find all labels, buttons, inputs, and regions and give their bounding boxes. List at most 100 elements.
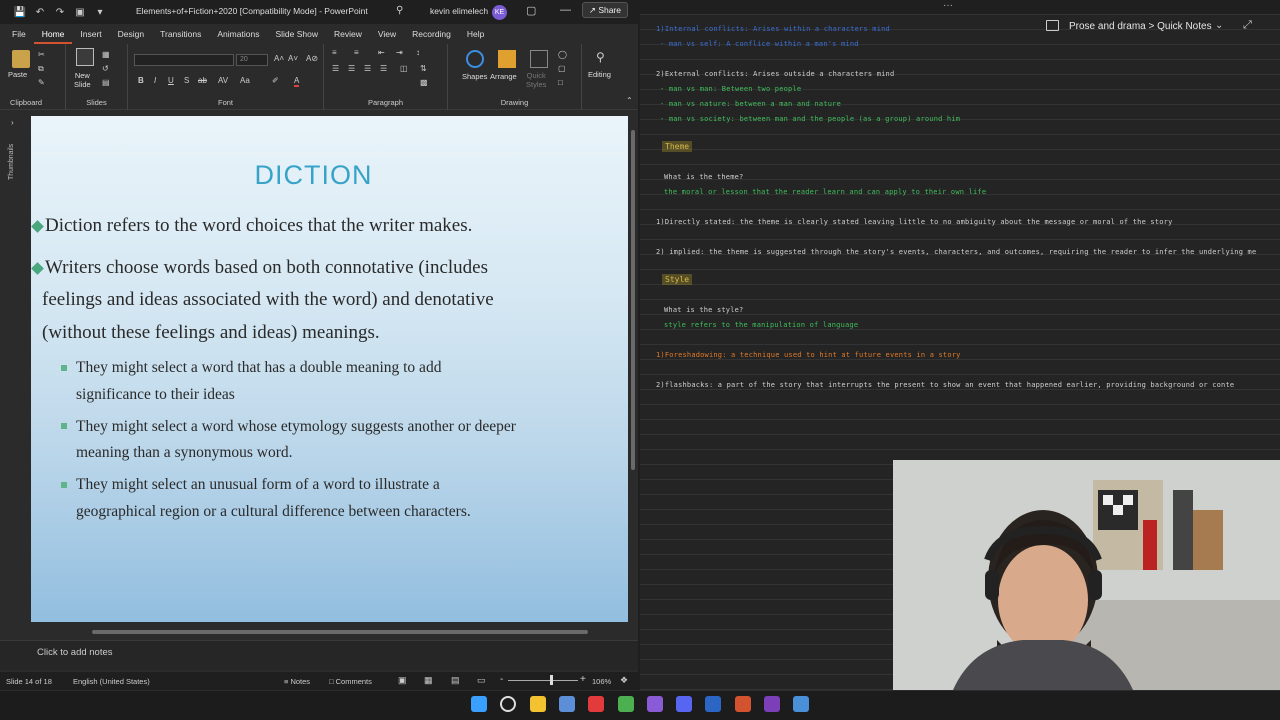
decrease-font-icon[interactable]: A˅ bbox=[288, 54, 298, 63]
chevron-down-icon[interactable]: ⌄ bbox=[1215, 20, 1223, 31]
note-line[interactable]: - man vs nature: between a man and natur… bbox=[660, 100, 841, 108]
heading-style[interactable]: Style bbox=[662, 274, 693, 285]
zoom-slider-thumb[interactable] bbox=[550, 675, 553, 685]
columns-icon[interactable]: ◫ bbox=[400, 64, 408, 73]
tab-recording[interactable]: Recording bbox=[404, 24, 459, 44]
tab-help[interactable]: Help bbox=[459, 24, 492, 44]
language-indicator[interactable]: English (United States) bbox=[73, 677, 150, 686]
sub-bullet-double-meaning-line2[interactable]: significance to their ideas bbox=[76, 381, 235, 408]
note-line[interactable]: style refers to the manipulation of lang… bbox=[664, 321, 858, 329]
note-line[interactable]: What is the theme? bbox=[664, 173, 743, 181]
discord-icon[interactable] bbox=[676, 696, 693, 712]
powerpoint-icon[interactable] bbox=[734, 696, 751, 712]
note-line[interactable]: - man vs man: Between two people bbox=[660, 85, 801, 93]
avatar[interactable]: KE bbox=[492, 5, 507, 20]
tab-design[interactable]: Design bbox=[110, 24, 152, 44]
file-explorer-icon[interactable] bbox=[529, 696, 546, 712]
thumbnail-pane-collapsed[interactable] bbox=[0, 112, 28, 632]
note-line[interactable]: - man vs self: A conflice within a man's… bbox=[660, 40, 859, 48]
sub-bullet-etymology-line1[interactable]: They might select a word whose etymology… bbox=[76, 413, 516, 440]
reading-view-icon[interactable]: ▤ bbox=[451, 675, 460, 686]
ribbon-display-icon[interactable]: ▢ bbox=[526, 4, 536, 17]
align-left-icon[interactable]: ☰ bbox=[332, 64, 339, 73]
comments-button[interactable]: □ Comments bbox=[329, 677, 372, 686]
shapes-icon[interactable] bbox=[466, 50, 484, 68]
tab-review[interactable]: Review bbox=[326, 24, 370, 44]
expand-thumbnails-icon[interactable]: › bbox=[11, 118, 14, 127]
sub-bullet-unusual-form-line2[interactable]: geographical region or a cultural differ… bbox=[76, 498, 471, 525]
tab-insert[interactable]: Insert bbox=[72, 24, 109, 44]
sub-bullet-unusual-form-line1[interactable]: They might select an unusual form of a w… bbox=[76, 471, 440, 498]
tab-animations[interactable]: Animations bbox=[209, 24, 267, 44]
slide-title[interactable]: DICTION bbox=[31, 160, 596, 191]
underline-icon[interactable]: U bbox=[168, 76, 174, 85]
note-line[interactable]: 2)External conflicts: Arises outside a c… bbox=[656, 70, 894, 78]
font-color-icon[interactable]: A bbox=[294, 76, 300, 87]
paste-button[interactable]: Paste bbox=[8, 70, 27, 79]
present-icon[interactable]: ▣ bbox=[72, 4, 88, 20]
cut-icon[interactable]: ✂ bbox=[38, 50, 45, 59]
notes-placeholder[interactable]: Click to add notes bbox=[37, 647, 113, 658]
note-line[interactable]: 1)Foreshadowing: a technique used to hin… bbox=[656, 351, 961, 359]
tab-file[interactable]: File bbox=[0, 24, 34, 44]
note-line[interactable]: 2) implied: the theme is suggested throu… bbox=[656, 248, 1256, 256]
clear-format-icon[interactable]: A⊘ bbox=[306, 54, 318, 63]
text-direction-icon[interactable]: ⇅ bbox=[420, 64, 427, 73]
expand-icon[interactable]: ⤢ bbox=[1243, 19, 1252, 32]
find-icon[interactable]: ⚲ bbox=[596, 50, 605, 64]
windows-start-icon[interactable] bbox=[471, 696, 487, 712]
format-painter-icon[interactable]: ✎ bbox=[38, 78, 45, 87]
word-icon[interactable] bbox=[705, 696, 722, 712]
heading-theme[interactable]: Theme bbox=[662, 141, 693, 152]
new-slide-button[interactable]: New Slide bbox=[74, 71, 91, 89]
section-icon[interactable]: ▤ bbox=[102, 78, 110, 87]
bullet-connotative-line2[interactable]: feelings and ideas associated with the w… bbox=[42, 284, 494, 317]
editing-button[interactable]: Editing bbox=[588, 70, 611, 79]
slide-sorter-icon[interactable]: ▦ bbox=[424, 675, 433, 686]
arrange-icon[interactable] bbox=[498, 50, 516, 68]
customize-toolbar-icon[interactable]: ▾ bbox=[92, 4, 108, 20]
notes-button[interactable]: ≡ Notes bbox=[284, 677, 310, 686]
more-options-icon[interactable]: ··· bbox=[943, 0, 953, 11]
sub-bullet-double-meaning-line1[interactable]: They might select a word that has a doub… bbox=[76, 354, 441, 381]
note-line[interactable]: What is the style? bbox=[664, 306, 743, 314]
save-icon[interactable]: 💾 bbox=[12, 4, 28, 20]
shapes-button[interactable]: Shapes bbox=[462, 72, 487, 81]
visual-studio-icon[interactable] bbox=[646, 696, 663, 712]
zoom-level[interactable]: 106% bbox=[592, 677, 611, 686]
opera-icon[interactable] bbox=[588, 696, 605, 712]
paste-icon[interactable] bbox=[12, 50, 30, 68]
zoom-in-icon[interactable]: + bbox=[580, 674, 586, 685]
note-line[interactable]: 2)flashbacks: a part of the story that i… bbox=[656, 381, 1234, 389]
increase-indent-icon[interactable]: ⇥ bbox=[396, 48, 403, 57]
tab-view[interactable]: View bbox=[370, 24, 404, 44]
line-spacing-icon[interactable]: ↕ bbox=[416, 48, 420, 57]
slideshow-icon[interactable]: ▭ bbox=[477, 675, 486, 686]
breadcrumb[interactable]: Prose and drama > Quick Notes bbox=[1069, 21, 1212, 32]
increase-font-icon[interactable]: A˄ bbox=[274, 54, 284, 63]
sub-bullet-etymology-line2[interactable]: meaning than a synonymous word. bbox=[76, 439, 293, 466]
photos-icon[interactable] bbox=[558, 696, 575, 712]
bullets-icon[interactable]: ≡ bbox=[332, 48, 337, 57]
bullet-connotative-line3[interactable]: (without these feelings and ideas) meani… bbox=[42, 317, 380, 350]
shape-effects-icon[interactable]: □ bbox=[558, 78, 563, 87]
tab-home[interactable]: Home bbox=[33, 24, 73, 44]
share-button[interactable]: ↗ Share bbox=[581, 2, 628, 18]
zoom-slider[interactable] bbox=[508, 680, 578, 681]
bullet-connotative-line1[interactable]: Writers choose words based on both conno… bbox=[45, 252, 488, 285]
redo-icon[interactable]: ↷ bbox=[52, 4, 68, 20]
collapse-ribbon-icon[interactable]: ⌃ bbox=[626, 96, 633, 105]
slide-canvas[interactable]: DICTION Diction refers to the word choic… bbox=[31, 116, 628, 622]
vertical-scroll-thumb[interactable] bbox=[631, 130, 635, 470]
tab-transitions[interactable]: Transitions bbox=[152, 24, 209, 44]
shadow-icon[interactable]: S bbox=[184, 76, 189, 85]
horizontal-scroll-thumb[interactable] bbox=[92, 630, 588, 634]
bold-icon[interactable]: B bbox=[138, 76, 144, 85]
new-slide-icon[interactable] bbox=[76, 48, 94, 66]
font-size-box[interactable]: 20 bbox=[236, 54, 268, 66]
quick-styles-button[interactable]: Quick Styles bbox=[526, 71, 546, 89]
note-line[interactable]: the moral or lesson that the reader lear… bbox=[664, 188, 986, 196]
reset-icon[interactable]: ↺ bbox=[102, 64, 109, 73]
numbering-icon[interactable]: ≡ bbox=[354, 48, 359, 57]
layout-icon[interactable]: ▦ bbox=[102, 50, 110, 59]
